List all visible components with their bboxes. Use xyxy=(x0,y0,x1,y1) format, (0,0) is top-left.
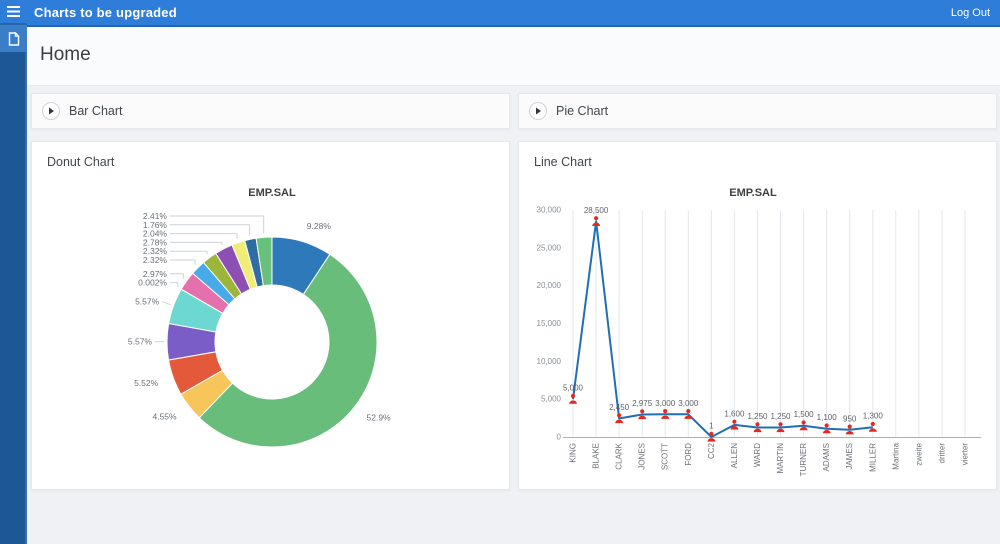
svg-text:FORD: FORD xyxy=(683,443,692,466)
svg-text:SCOTT: SCOTT xyxy=(660,443,669,470)
panel-title-pie-chart: Pie Chart xyxy=(556,104,609,118)
svg-text:2,450: 2,450 xyxy=(609,403,630,412)
svg-text:52.9%: 52.9% xyxy=(367,413,392,423)
svg-text:CC2: CC2 xyxy=(706,442,715,459)
app-title: Charts to be upgraded xyxy=(34,5,177,20)
svg-text:2,975: 2,975 xyxy=(632,399,653,408)
line-chart-panel: Line Chart EMP.SAL 0 5,000 10,000 15,000 20,0… xyxy=(518,141,997,490)
svg-text:EMP.SAL: EMP.SAL xyxy=(729,187,777,199)
svg-text:1: 1 xyxy=(709,422,714,431)
svg-text:CLARK: CLARK xyxy=(614,442,623,469)
menu-button[interactable] xyxy=(0,0,27,25)
content-area: Bar Chart Pie Chart Donut Chart EMP.SAL 9… xyxy=(27,86,1000,544)
svg-text:950: 950 xyxy=(843,414,857,423)
svg-text:10,000: 10,000 xyxy=(536,357,561,366)
app-window: Charts to be upgraded Log Out Home Bar C… xyxy=(0,0,1000,544)
bar-chart-panel[interactable]: Bar Chart xyxy=(31,93,510,129)
svg-text:20,000: 20,000 xyxy=(536,281,561,290)
page-title-band: Home xyxy=(27,27,1000,86)
svg-text:ADAMS: ADAMS xyxy=(822,443,831,471)
svg-text:EMP.SAL: EMP.SAL xyxy=(248,187,296,199)
donut-chart: EMP.SAL9.28%52.9%4.55%5.52%5.57%5.57%2.4… xyxy=(128,187,392,448)
svg-text:1,100: 1,100 xyxy=(816,413,837,422)
svg-text:KING: KING xyxy=(568,443,577,463)
svg-text:0.002%: 0.002% xyxy=(138,278,167,288)
page-title: Home xyxy=(40,44,91,65)
svg-text:Martina: Martina xyxy=(891,442,900,469)
svg-text:1,250: 1,250 xyxy=(747,412,768,421)
menu-icon xyxy=(7,6,20,17)
panel-title-donut-chart: Donut Chart xyxy=(47,155,115,169)
expand-arrow-icon xyxy=(536,107,541,115)
svg-text:5.57%: 5.57% xyxy=(135,297,160,307)
svg-text:JAMES: JAMES xyxy=(845,443,854,470)
svg-text:2.32%: 2.32% xyxy=(143,255,168,265)
svg-text:25,000: 25,000 xyxy=(536,243,561,252)
svg-text:1,600: 1,600 xyxy=(724,409,745,418)
svg-text:5,000: 5,000 xyxy=(540,395,561,404)
svg-text:WARD: WARD xyxy=(753,443,762,467)
expand-bar-chart-button[interactable] xyxy=(42,102,60,120)
panel-title-bar-chart: Bar Chart xyxy=(69,104,123,118)
svg-text:5.52%: 5.52% xyxy=(134,378,159,388)
logout-link[interactable]: Log Out xyxy=(951,7,990,19)
donut-panel-header: Donut Chart xyxy=(32,142,509,171)
svg-text:1,300: 1,300 xyxy=(862,412,883,421)
svg-text:vierter: vierter xyxy=(960,443,969,466)
panel-title-line-chart: Line Chart xyxy=(534,155,592,169)
svg-text:3,000: 3,000 xyxy=(655,399,676,408)
pie-chart-panel[interactable]: Pie Chart xyxy=(518,93,997,129)
svg-text:4.55%: 4.55% xyxy=(152,411,177,421)
donut-chart-panel: Donut Chart EMP.SAL 9.28% 52.9% 4.55% 5.52% 5… xyxy=(31,141,510,490)
svg-text:28,500: 28,500 xyxy=(583,206,608,215)
svg-text:5.57%: 5.57% xyxy=(128,337,153,347)
top-bar: Charts to be upgraded Log Out xyxy=(27,0,1000,27)
svg-text:3,000: 3,000 xyxy=(678,399,699,408)
svg-text:zweite: zweite xyxy=(914,442,923,465)
expand-pie-chart-button[interactable] xyxy=(529,102,547,120)
svg-text:MILLER: MILLER xyxy=(868,443,877,472)
expand-arrow-icon xyxy=(49,107,54,115)
line-panel-header: Line Chart xyxy=(519,142,996,171)
line-chart: EMP.SAL05,00010,00015,00020,00025,00030,… xyxy=(536,187,981,477)
svg-text:1,500: 1,500 xyxy=(793,410,814,419)
svg-text:30,000: 30,000 xyxy=(536,206,561,215)
page-icon xyxy=(8,31,19,46)
main-column: Charts to be upgraded Log Out Home Bar C… xyxy=(27,0,1000,544)
svg-text:JONES: JONES xyxy=(637,443,646,470)
svg-text:TURNER: TURNER xyxy=(799,443,808,477)
sidebar xyxy=(0,0,27,544)
svg-text:dritter: dritter xyxy=(937,443,946,464)
svg-text:15,000: 15,000 xyxy=(536,319,561,328)
svg-text:BLAKE: BLAKE xyxy=(591,443,600,469)
svg-text:0: 0 xyxy=(556,433,561,442)
svg-text:5,000: 5,000 xyxy=(562,384,583,393)
sidebar-item-home-page[interactable] xyxy=(0,25,27,52)
svg-text:9.28%: 9.28% xyxy=(307,221,332,231)
svg-text:1,250: 1,250 xyxy=(770,412,791,421)
svg-text:MARTIN: MARTIN xyxy=(776,443,785,474)
panel-grid: Bar Chart Pie Chart Donut Chart EMP.SAL 9… xyxy=(31,93,997,490)
svg-text:ALLEN: ALLEN xyxy=(729,443,738,469)
